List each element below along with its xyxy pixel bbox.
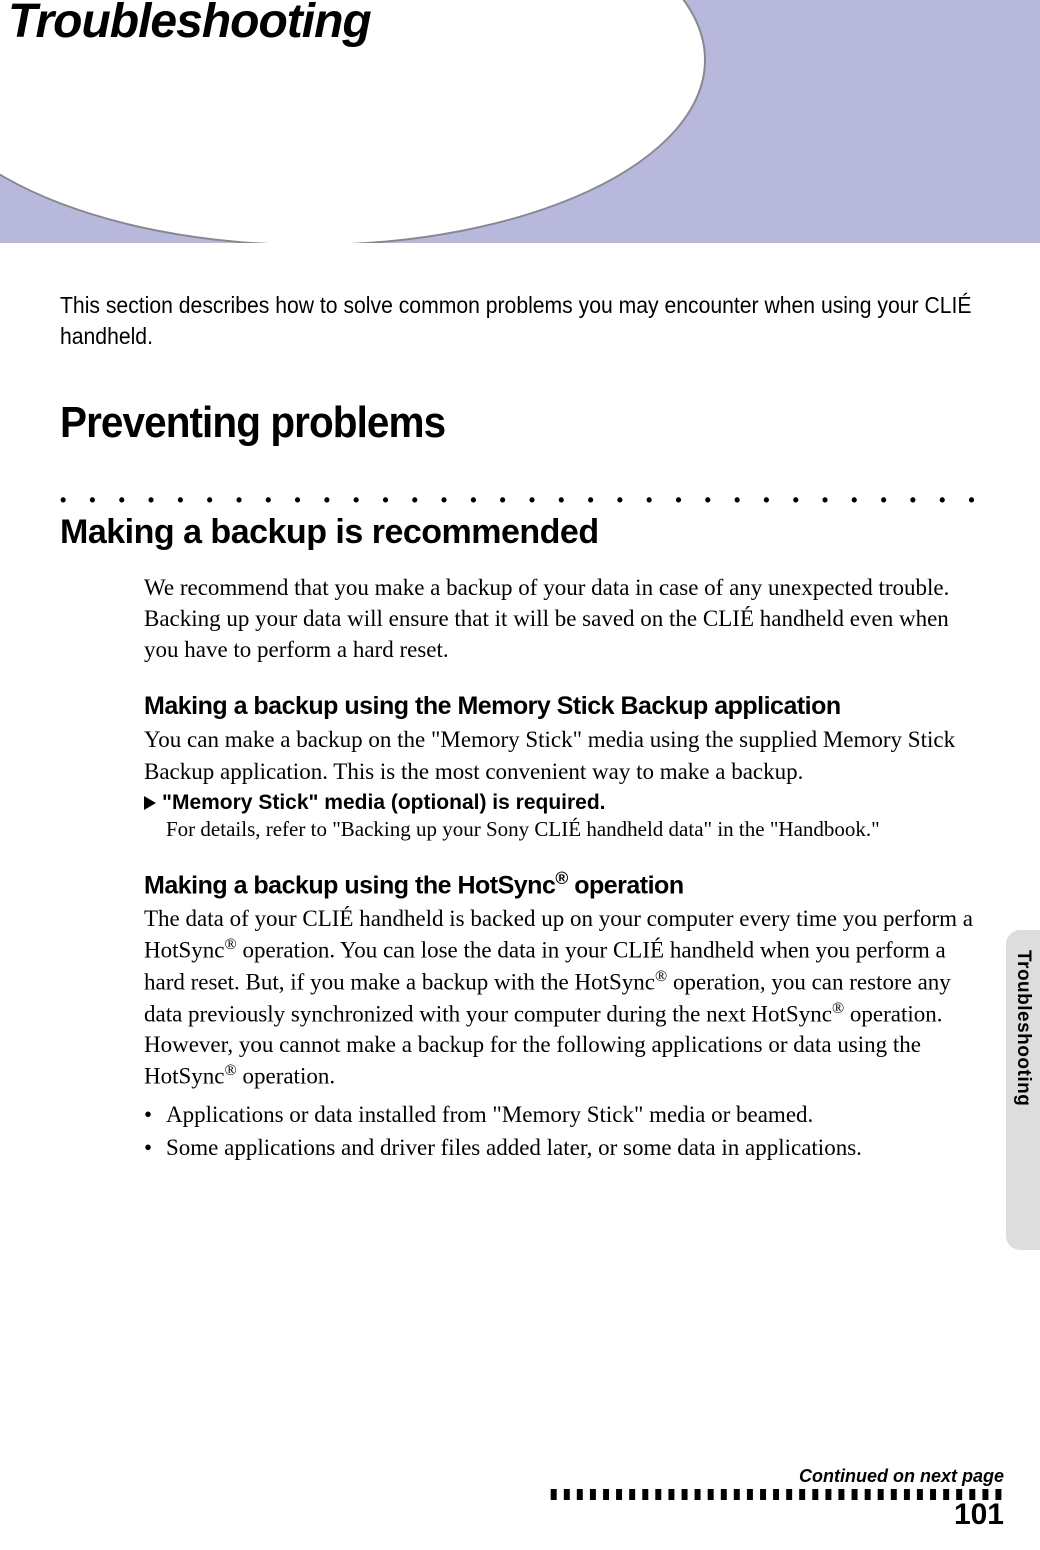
- heading-text-post: operation: [568, 871, 684, 899]
- page-content: This section describes how to solve comm…: [60, 290, 980, 1165]
- page-footer: Continued on next page ❚❚❚❚❚❚❚❚❚❚❚❚❚❚❚❚❚…: [546, 1466, 1004, 1532]
- arrow-right-icon: [144, 796, 156, 810]
- paragraph: The data of your CLIÉ handheld is backed…: [144, 903, 980, 1029]
- bullet-icon: •: [144, 1098, 166, 1131]
- registered-icon: ®: [655, 968, 667, 985]
- text-run: operation.: [844, 1001, 942, 1026]
- arrow-rule: ❚❚❚❚❚❚❚❚❚❚❚❚❚❚❚❚❚❚❚❚❚❚❚❚❚❚❚❚❚❚❚❚❚❚❚: [546, 1489, 1004, 1500]
- note-bold-text: "Memory Stick" media (optional) is requi…: [162, 791, 606, 814]
- paragraph: We recommend that you make a backup of y…: [144, 572, 980, 665]
- paragraph: You can make a backup on the "Memory Sti…: [144, 724, 980, 786]
- side-tab-label: Troubleshooting: [1012, 950, 1034, 1106]
- chapter-title: Troubleshooting: [8, 0, 371, 49]
- continued-text: Continued on next page: [546, 1466, 1004, 1487]
- note-line: "Memory Stick" media (optional) is requi…: [144, 791, 980, 815]
- header-bottom-line: [0, 243, 1040, 248]
- bullet-list: •Applications or data installed from "Me…: [144, 1098, 980, 1165]
- note-detail: For details, refer to "Backing up your S…: [166, 817, 980, 842]
- registered-icon: ®: [225, 936, 237, 953]
- registered-icon: ®: [832, 1000, 844, 1017]
- heading-text-pre: Making a backup using the HotSync: [144, 871, 555, 899]
- sub-sub-heading: Making a backup using the Memory Stick B…: [144, 691, 980, 722]
- sub-sub-heading: Making a backup using the HotSync® opera…: [144, 868, 980, 902]
- dotted-rule: • • • • • • • • • • • • • • • • • • • • …: [60, 490, 980, 511]
- text-run: operation.: [237, 1064, 335, 1089]
- list-item-text: Applications or data installed from "Mem…: [166, 1098, 813, 1131]
- bullet-icon: •: [144, 1131, 166, 1164]
- registered-icon: ®: [555, 868, 567, 888]
- section-heading: Preventing problems: [60, 398, 906, 448]
- page-number: 101: [546, 1498, 1004, 1532]
- list-item-text: Some applications and driver files added…: [166, 1131, 862, 1164]
- list-item: •Applications or data installed from "Me…: [144, 1098, 980, 1131]
- paragraph: However, you cannot make a backup for th…: [144, 1029, 980, 1092]
- subsection-heading: Making a backup is recommended: [60, 513, 980, 552]
- intro-text: This section describes how to solve comm…: [60, 290, 974, 352]
- list-item: •Some applications and driver files adde…: [144, 1131, 980, 1164]
- registered-icon: ®: [225, 1062, 237, 1079]
